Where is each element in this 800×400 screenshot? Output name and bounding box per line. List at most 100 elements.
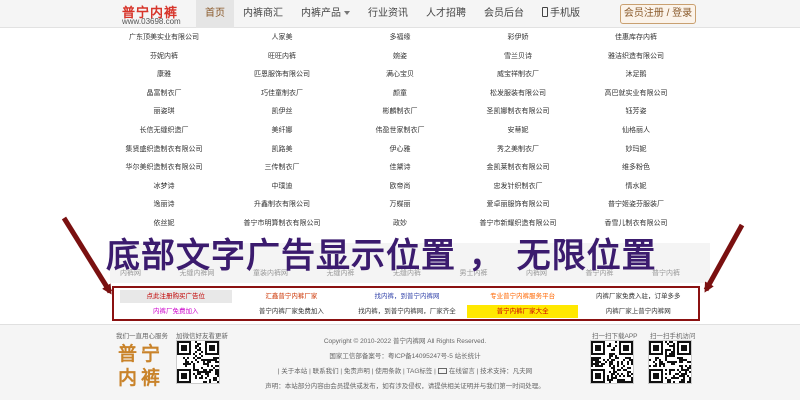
company-link[interactable]: 彩伊娇 [459, 29, 577, 48]
company-link[interactable]: 颜童 [341, 85, 459, 104]
company-link[interactable]: 人家美 [223, 29, 341, 48]
nav-item[interactable]: 行业资讯 [359, 0, 417, 28]
company-link[interactable]: 政妙 [341, 215, 459, 234]
company-link[interactable]: 芬妮内裤 [105, 48, 223, 67]
company-link[interactable]: 依丝妮 [105, 215, 223, 234]
text-ad-link[interactable]: 找内裤，到普宁内裤网，厂家齐全 [351, 305, 463, 318]
company-link[interactable]: 巧佳童制衣厂 [223, 85, 341, 104]
company-link[interactable]: 金凯莱制衣有限公司 [459, 159, 577, 178]
company-link[interactable]: 伟盈世家制衣厂 [341, 122, 459, 141]
footer-label-service: 我们一直用心服务 [116, 333, 168, 340]
text-ad-link[interactable]: 普宁内裤厂家免费加入 [236, 305, 348, 318]
company-link[interactable]: 忠发针织制衣厂 [459, 178, 577, 197]
nav-item-label: 会员后台 [484, 8, 524, 19]
company-link[interactable]: 安蒂妮 [459, 122, 577, 141]
text-ad-link[interactable]: 找内裤，到普宁内裤网 [351, 290, 463, 303]
company-link[interactable]: 圣凯娜制衣有限公司 [459, 103, 577, 122]
ad-row: 点此注册购买广告位 汇鑫普宁内裤厂家 找内裤，到普宁内裤网 专业普宁内裤服务平台 内裤厂… [118, 290, 696, 303]
company-link[interactable]: 晶富制衣厂 [105, 85, 223, 104]
company-link[interactable]: 长信无缝织造厂 [105, 122, 223, 141]
company-link[interactable]: 多福缘 [341, 29, 459, 48]
nav-item[interactable]: 内裤商汇 [234, 0, 292, 28]
company-link[interactable]: 钰芳姿 [577, 103, 695, 122]
footer-label-mobile: 扫一扫手机访问 [650, 333, 696, 340]
company-link[interactable]: 普宁姬姿芬服装厂 [577, 196, 695, 215]
company-link[interactable]: 冰梦诗 [105, 178, 223, 197]
company-link[interactable]: 匹恩服饰有限公司 [223, 66, 341, 85]
company-link[interactable]: 爱卓丽服饰有限公司 [459, 196, 577, 215]
footer-logo: 普宁 内裤 [118, 342, 164, 390]
company-link[interactable]: 三传制衣厂 [223, 159, 341, 178]
company-link[interactable]: 雅洁织造有限公司 [577, 48, 695, 67]
left-arrow [61, 216, 113, 295]
company-link[interactable]: 美纤娜 [223, 122, 341, 141]
footer-copyright: Copyright © 2010-2022 普宁内裤网 All Rights R… [323, 338, 487, 345]
company-link[interactable]: 集贤盛织造制衣有限公司 [105, 141, 223, 160]
text-ad-link[interactable]: 内裤厂家上普宁内裤网 [582, 305, 694, 318]
text-ad-link[interactable]: 点此注册购买广告位 [120, 290, 232, 303]
nav-item[interactable]: 手机版 [533, 0, 589, 28]
text-ad-link[interactable]: 内裤厂免费加入 [120, 305, 232, 318]
mail-icon [437, 368, 447, 375]
nav-item[interactable]: 内裤产品 [292, 0, 359, 28]
text-ad-link[interactable]: 专业普宁内裤服务平台 [467, 290, 579, 303]
text-ad-link[interactable]: 内裤厂家免费入驻，订单多多 [582, 290, 694, 303]
footer-icp[interactable]: 国家工信部备案号：粤ICP备14095247号-5 站长统计 [255, 349, 555, 364]
company-link[interactable]: 情水妮 [577, 178, 695, 197]
company-link[interactable]: 彬麟制衣厂 [341, 103, 459, 122]
company-link[interactable]: 欧帝尚 [341, 178, 459, 197]
mobile-qr-code [648, 340, 692, 384]
company-link[interactable]: 维多粉色 [577, 159, 695, 178]
mobile-phone-icon [542, 7, 548, 18]
company-link[interactable]: 妙玛妮 [577, 141, 695, 160]
company-link[interactable]: 旺旺内裤 [223, 48, 341, 67]
nav-item[interactable]: 会员后台 [475, 0, 533, 28]
company-link[interactable]: 仙格丽人 [577, 122, 695, 141]
company-link[interactable]: 康雅 [105, 66, 223, 85]
nav-item-label: 内裤产品 [301, 8, 341, 19]
text-ad-link[interactable]: 汇鑫普宁内裤厂家 [236, 290, 348, 303]
main-nav: 首页 内裤商汇 内裤产品 行业资讯 人才招聘 会员后台 手机版 [196, 0, 589, 28]
register-login-button[interactable]: 会员注册 / 登录 [620, 4, 696, 24]
nav-item-label: 首页 [205, 8, 225, 19]
footer-links[interactable]: | 关于本站 | 联系我们 | 免责声明 | 使用条款 | TAG标签 | 在线留… [255, 364, 555, 379]
company-link[interactable]: 高巴就实业有限公司 [577, 85, 695, 104]
nav-item-label: 行业资讯 [368, 8, 408, 19]
footer-label-wechat: 加微信好友看更新 [176, 333, 228, 340]
company-link[interactable]: 佳黛诗 [341, 159, 459, 178]
company-link[interactable]: 逸丽诗 [105, 196, 223, 215]
text-ad-box: 点此注册购买广告位 汇鑫普宁内裤厂家 找内裤，到普宁内裤网 专业普宁内裤服务平台 内裤厂… [112, 286, 700, 321]
footer-disclaimer: 声明：本站部分内容由会员提供或发布，如有涉及侵权，请提供相关证明并与我们第一时间… [265, 383, 545, 390]
site-logo[interactable]: 普宁内裤 www.03698.com [122, 2, 192, 26]
company-link[interactable]: 凯伊丝 [223, 103, 341, 122]
company-link[interactable]: 威宝祥制衣厂 [459, 66, 577, 85]
company-link[interactable]: 伊心雅 [341, 141, 459, 160]
ad-row: 内裤厂免费加入 普宁内裤厂家免费加入 找内裤，到普宁内裤网，厂家齐全 普宁内裤厂家大全… [118, 305, 696, 318]
company-link[interactable]: 秀之美制衣厂 [459, 141, 577, 160]
footer-logo-line2: 内裤 [118, 367, 165, 389]
nav-item[interactable]: 人才招聘 [417, 0, 475, 28]
company-link[interactable]: 满心宝贝 [341, 66, 459, 85]
company-link[interactable]: 普宁市新耀织造有限公司 [459, 215, 577, 234]
nav-item-label: 手机版 [550, 8, 580, 19]
company-link[interactable]: 凯路美 [223, 141, 341, 160]
company-link[interactable]: 丽姿琪 [105, 103, 223, 122]
company-link[interactable]: 普宁市明算制衣有限公司 [223, 215, 341, 234]
company-link[interactable]: 中璞迪 [223, 178, 341, 197]
company-link[interactable]: 佳惠库存内裤 [577, 29, 695, 48]
top-header: 普宁内裤 www.03698.com 首页 内裤商汇 内裤产品 行业资讯 人才招聘 会员后… [0, 0, 800, 28]
footer-info: Copyright © 2010-2022 普宁内裤网 All Rights R… [255, 334, 555, 394]
company-link[interactable]: 松发服装有限公司 [459, 85, 577, 104]
company-list: 广东顶美实业有限公司 人家美 多福缘 彩伊娇 佳惠库存内裤芬妮内裤 旺旺内裤 婉姿 雪兰贝诗雅… [105, 29, 695, 234]
footer-label-app: 扫一扫下载APP [592, 333, 638, 340]
company-link[interactable]: 升鑫制衣有限公司 [223, 196, 341, 215]
company-link[interactable]: 香雪儿制衣有限公司 [577, 215, 695, 234]
nav-item[interactable]: 首页 [196, 0, 234, 28]
company-link[interactable]: 雪兰贝诗 [459, 48, 577, 67]
company-link[interactable]: 万蝶丽 [341, 196, 459, 215]
text-ad-link[interactable]: 普宁内裤厂家大全 [466, 305, 579, 318]
company-link[interactable]: 华尔美织造制衣有限公司 [105, 159, 223, 178]
company-link[interactable]: 婉姿 [341, 48, 459, 67]
company-link[interactable]: 沐足鹅 [577, 66, 695, 85]
company-link[interactable]: 广东顶美实业有限公司 [105, 29, 223, 48]
